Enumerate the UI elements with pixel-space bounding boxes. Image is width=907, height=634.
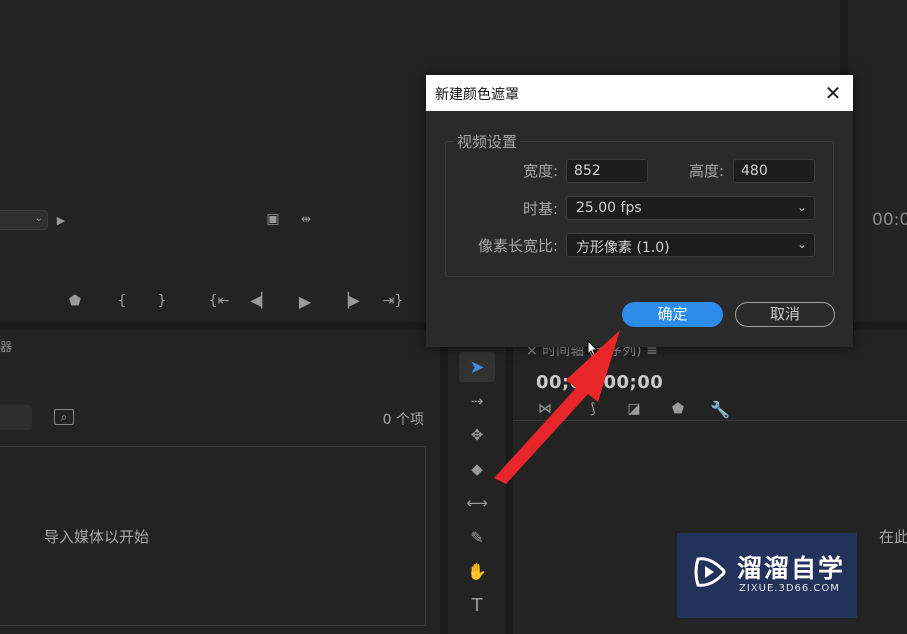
play-icon[interactable]: ▶: [296, 290, 314, 312]
program-timecode: 00:0: [872, 210, 907, 230]
mark-in-icon[interactable]: {: [115, 290, 129, 312]
marker-icon[interactable]: ⬟: [67, 290, 83, 312]
height-field[interactable]: 480: [733, 159, 815, 183]
hand-tool-icon[interactable]: ✋: [459, 558, 495, 584]
mark-out-icon[interactable]: }: [155, 290, 169, 312]
new-color-matte-dialog: 新建颜色遮罩 ✕ 视频设置 宽度: 852 高度: 480 时基: 25.00 …: [426, 75, 853, 347]
type-tool-icon[interactable]: T: [459, 592, 495, 618]
annotation-arrow-icon: [494, 330, 620, 484]
step-forward-icon[interactable]: ▕▶: [338, 290, 360, 312]
cancel-button[interactable]: 取消: [735, 302, 835, 327]
wrench-icon[interactable]: 🔧: [710, 400, 730, 419]
play-logo-icon: [694, 557, 726, 587]
pixel-aspect-value: 方形像素 (1.0): [576, 240, 670, 256]
zoom-dropdown[interactable]: ⌄: [0, 210, 48, 230]
pixel-aspect-select[interactable]: 方形像素 (1.0) ⌄: [566, 233, 815, 257]
watermark-title: 溜溜自学: [737, 554, 846, 583]
width-field[interactable]: 852: [566, 159, 648, 183]
go-to-in-icon[interactable]: {⇤: [208, 290, 230, 312]
find-icon[interactable]: ⌕: [54, 409, 74, 425]
step-back-icon[interactable]: ◀▏: [250, 290, 272, 312]
timebase-label: 时基:: [522, 200, 558, 218]
close-icon[interactable]: ✕: [823, 83, 843, 103]
export-frame-icon[interactable]: ▣: [265, 210, 281, 228]
import-media-hint: 导入媒体以开始: [44, 528, 150, 546]
timeline-drop-hint: 在此: [879, 528, 907, 546]
play-triangle-icon[interactable]: ▶: [55, 212, 67, 228]
width-label: 宽度:: [522, 162, 558, 180]
pixel-aspect-label: 像素长宽比:: [477, 237, 558, 255]
timeline-marker-icon[interactable]: ⬟: [670, 400, 686, 418]
dialog-title: 新建颜色遮罩: [435, 87, 519, 103]
watermark-logo: 溜溜自学 ZIXUE.3D66.COM: [677, 533, 857, 618]
project-tab-label[interactable]: 器: [0, 338, 12, 355]
timebase-select[interactable]: 25.00 fps ⌄: [566, 196, 815, 220]
slip-tool-icon[interactable]: ⟷: [459, 490, 495, 516]
chevron-down-icon: ⌄: [34, 213, 43, 224]
dialog-titlebar[interactable]: 新建颜色遮罩 ✕: [426, 75, 853, 111]
video-settings-label: 视频设置: [454, 131, 521, 152]
height-label: 高度:: [688, 162, 724, 180]
pen-tool-icon[interactable]: ✎: [459, 524, 495, 550]
insert-overlay-icon[interactable]: ⇹: [296, 210, 316, 228]
go-to-out-icon[interactable]: ⇥}: [382, 290, 404, 312]
timebase-value: 25.00 fps: [576, 200, 642, 216]
program-monitor-panel: [848, 0, 907, 322]
watermark-subtitle: ZIXUE.3D66.COM: [739, 583, 840, 594]
project-search-input[interactable]: [0, 405, 32, 430]
chevron-down-icon: ⌄: [796, 237, 807, 251]
chevron-down-icon: ⌄: [796, 200, 807, 214]
item-count: 0 个项: [382, 412, 424, 428]
